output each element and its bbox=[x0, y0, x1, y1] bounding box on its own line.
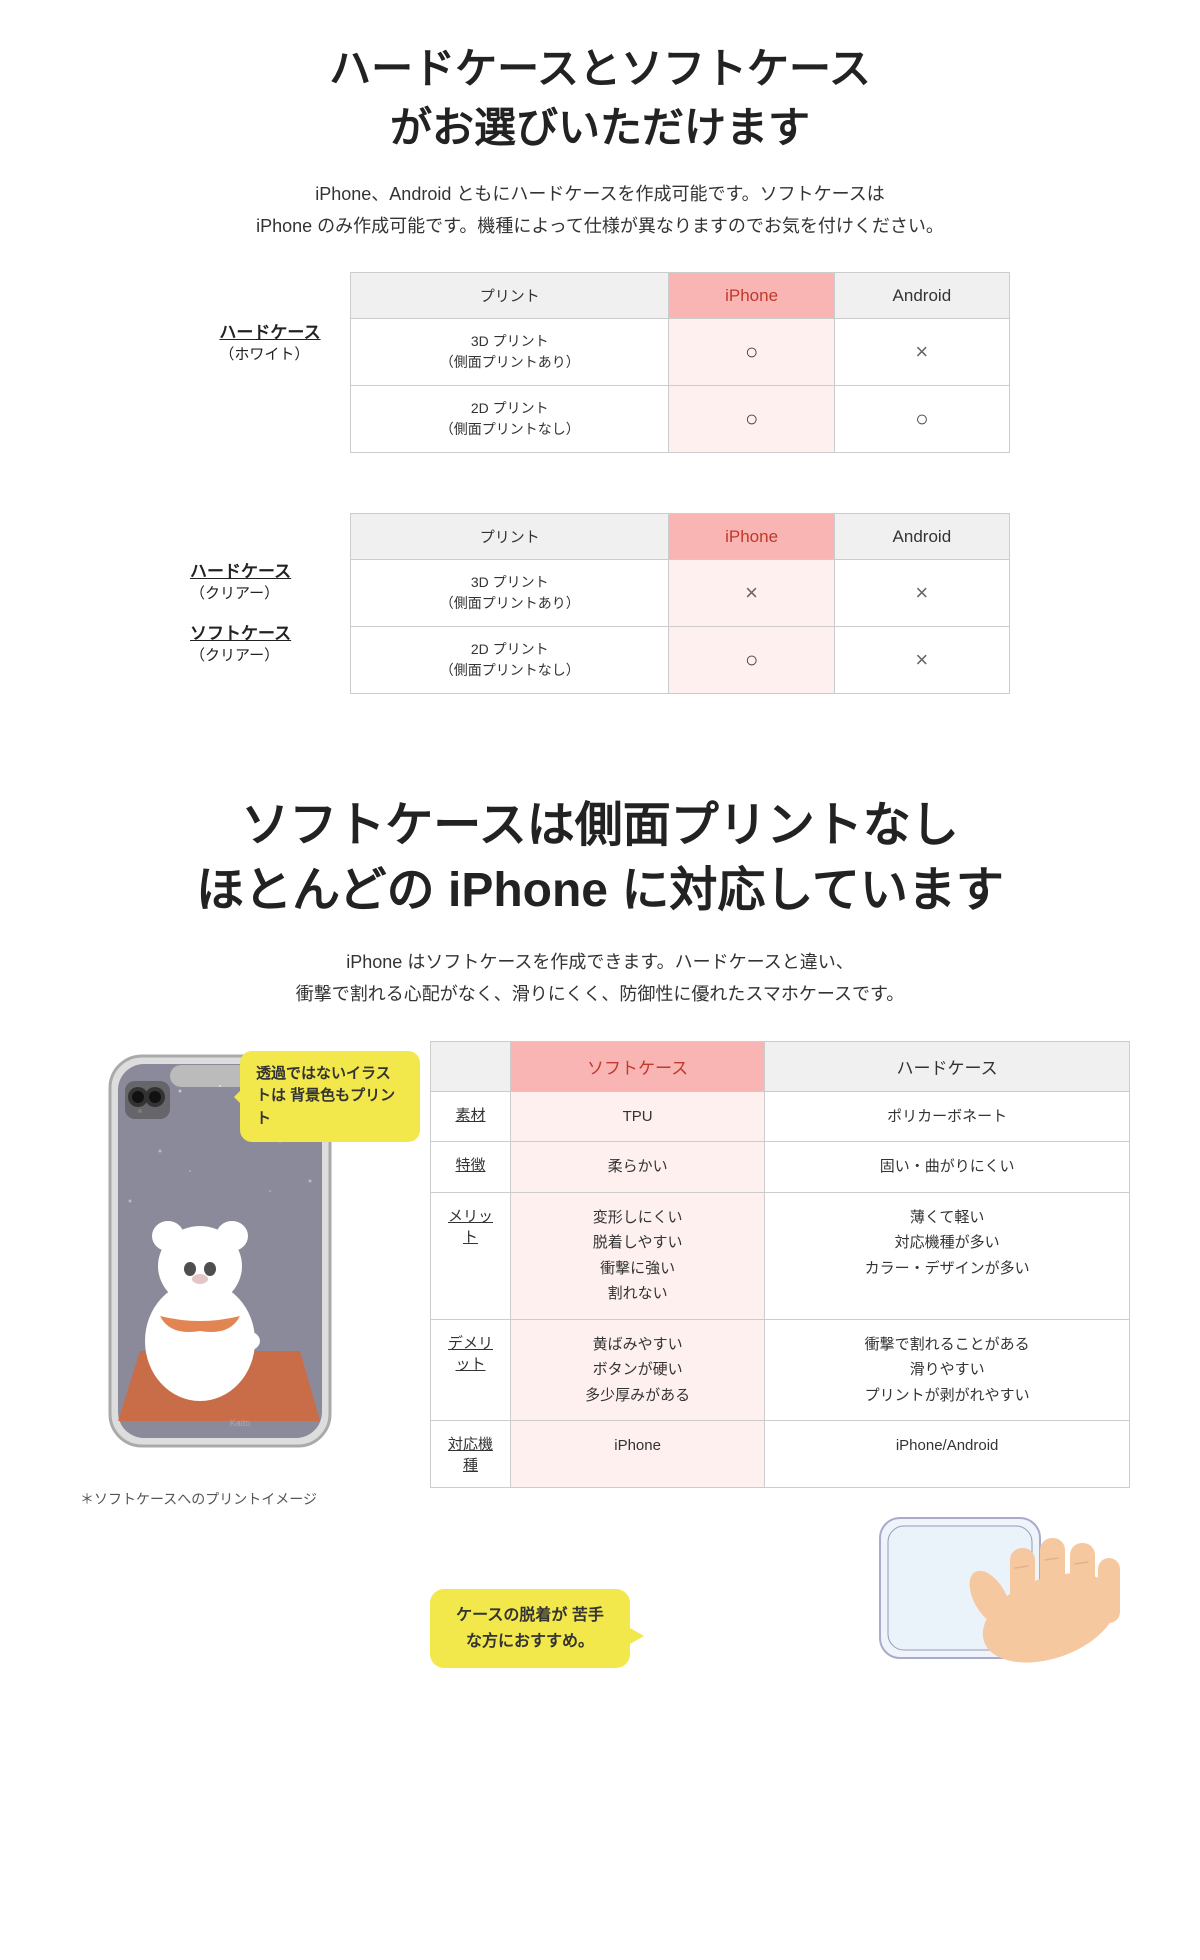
label-merit: メリット bbox=[431, 1192, 511, 1319]
phone-note: ＊ソフトケースへのプリントイメージ bbox=[70, 1489, 410, 1509]
compare-table-area: ソフトケース ハードケース 素材 TPU ポリカーボネート 特徴 柔らかい 固い… bbox=[430, 1041, 1130, 1689]
table2-row-labels: ハードケース （クリアー） ソフトケース （クリアー） bbox=[190, 513, 350, 667]
label-feature: 特徴 bbox=[431, 1142, 511, 1193]
table1-wrapper: ハードケース （ホワイト） プリント iPhone Android 3D プリン… bbox=[60, 272, 1140, 453]
table2-label-sub2: （クリアー） bbox=[190, 644, 350, 665]
hand-case-illustration bbox=[850, 1508, 1130, 1688]
table1-label-sub: （ホワイト） bbox=[219, 343, 320, 364]
table-row: 対応機種 iPhone iPhone/Android bbox=[431, 1421, 1130, 1488]
table-row: 特徴 柔らかい 固い・曲がりにくい bbox=[431, 1142, 1130, 1193]
table1-header-android: Android bbox=[834, 273, 1009, 319]
compare-table: ソフトケース ハードケース 素材 TPU ポリカーボネート 特徴 柔らかい 固い… bbox=[430, 1041, 1130, 1489]
section2-description: iPhone はソフトケースを作成できます。ハードケースと違い、 衝撃で割れる心… bbox=[60, 946, 1140, 1011]
table-row: デメリット 黄ばみやすいボタンが硬い多少厚みがある 衝撃で割れることがある滑りや… bbox=[431, 1319, 1130, 1421]
table2-header-iphone: iPhone bbox=[669, 514, 834, 560]
phone-image-container: 透過ではないイラストは 背景色もプリント bbox=[100, 1041, 380, 1481]
table2-section: ハードケース （クリアー） ソフトケース （クリアー） プリント iPhone … bbox=[190, 513, 1010, 694]
section1-title: ハードケースとソフトケース がお選びいただけます bbox=[60, 40, 1140, 158]
table2-label-main2: ソフトケース bbox=[190, 619, 350, 644]
hard-merit: 薄くて軽い対応機種が多いカラー・デザインが多い bbox=[765, 1192, 1130, 1319]
table2-wrapper: ハードケース （クリアー） ソフトケース （クリアー） プリント iPhone … bbox=[60, 513, 1140, 694]
compare-header-soft: ソフトケース bbox=[511, 1041, 765, 1091]
hard-demerit: 衝撃で割れることがある滑りやすいプリントが剥がれやすい bbox=[765, 1319, 1130, 1421]
soft-material: TPU bbox=[511, 1091, 765, 1142]
soft-demerit: 黄ばみやすいボタンが硬い多少厚みがある bbox=[511, 1319, 765, 1421]
table2: プリント iPhone Android 3D プリント（側面プリントあり） × … bbox=[350, 513, 1010, 694]
label-material: 素材 bbox=[431, 1091, 511, 1142]
table2-label-main1: ハードケース bbox=[190, 557, 350, 582]
table1-section: ハードケース （ホワイト） プリント iPhone Android 3D プリン… bbox=[190, 272, 1010, 453]
table1-header-iphone: iPhone bbox=[669, 273, 834, 319]
section2-title: ソフトケースは側面プリントなし ほとんどの iPhone に対応しています bbox=[60, 794, 1140, 924]
section1: ハードケースとソフトケース がお選びいただけます iPhone、Android … bbox=[0, 0, 1200, 754]
table2-header-print: プリント bbox=[351, 514, 669, 560]
table-row: 3D プリント（側面プリントあり） ○ × bbox=[351, 319, 1010, 386]
table1: プリント iPhone Android 3D プリント（側面プリントあり） ○ … bbox=[350, 272, 1010, 453]
comparison-area: 透過ではないイラストは 背景色もプリント bbox=[60, 1041, 1140, 1689]
table1-row-labels: ハードケース （ホワイト） bbox=[190, 272, 350, 372]
svg-text:Kaito: Kaito bbox=[230, 1418, 251, 1428]
phone-area: 透過ではないイラストは 背景色もプリント bbox=[70, 1041, 410, 1509]
table2-header-android: Android bbox=[834, 514, 1009, 560]
table2-label-sub1: （クリアー） bbox=[190, 582, 350, 603]
soft-merit: 変形しにくい脱着しやすい衝撃に強い割れない bbox=[511, 1192, 765, 1319]
label-demerit: デメリット bbox=[431, 1319, 511, 1421]
section1-description: iPhone、Android ともにハードケースを作成可能です。ソフトケースは … bbox=[60, 178, 1140, 243]
compare-header-hard: ハードケース bbox=[765, 1041, 1130, 1091]
label-compatible: 対応機種 bbox=[431, 1421, 511, 1488]
bottom-bubble: ケースの脱着が 苦手な方におすすめ。 bbox=[430, 1589, 630, 1668]
soft-compatible: iPhone bbox=[511, 1421, 765, 1488]
table-row: 素材 TPU ポリカーボネート bbox=[431, 1091, 1130, 1142]
compare-header-empty bbox=[431, 1041, 511, 1091]
speech-bubble: 透過ではないイラストは 背景色もプリント bbox=[240, 1051, 420, 1143]
section2: ソフトケースは側面プリントなし ほとんどの iPhone に対応しています iP… bbox=[0, 754, 1200, 1718]
table-row: 2D プリント（側面プリントなし） ○ × bbox=[351, 627, 1010, 694]
hard-feature: 固い・曲がりにくい bbox=[765, 1142, 1130, 1193]
table1-header-print: プリント bbox=[351, 273, 669, 319]
hard-material: ポリカーボネート bbox=[765, 1091, 1130, 1142]
table-row: メリット 変形しにくい脱着しやすい衝撃に強い割れない 薄くて軽い対応機種が多いカ… bbox=[431, 1192, 1130, 1319]
table-row: 3D プリント（側面プリントあり） × × bbox=[351, 560, 1010, 627]
soft-feature: 柔らかい bbox=[511, 1142, 765, 1193]
hard-compatible: iPhone/Android bbox=[765, 1421, 1130, 1488]
table-row: 2D プリント（側面プリントなし） ○ ○ bbox=[351, 386, 1010, 453]
table1-label-main: ハードケース bbox=[219, 318, 320, 343]
